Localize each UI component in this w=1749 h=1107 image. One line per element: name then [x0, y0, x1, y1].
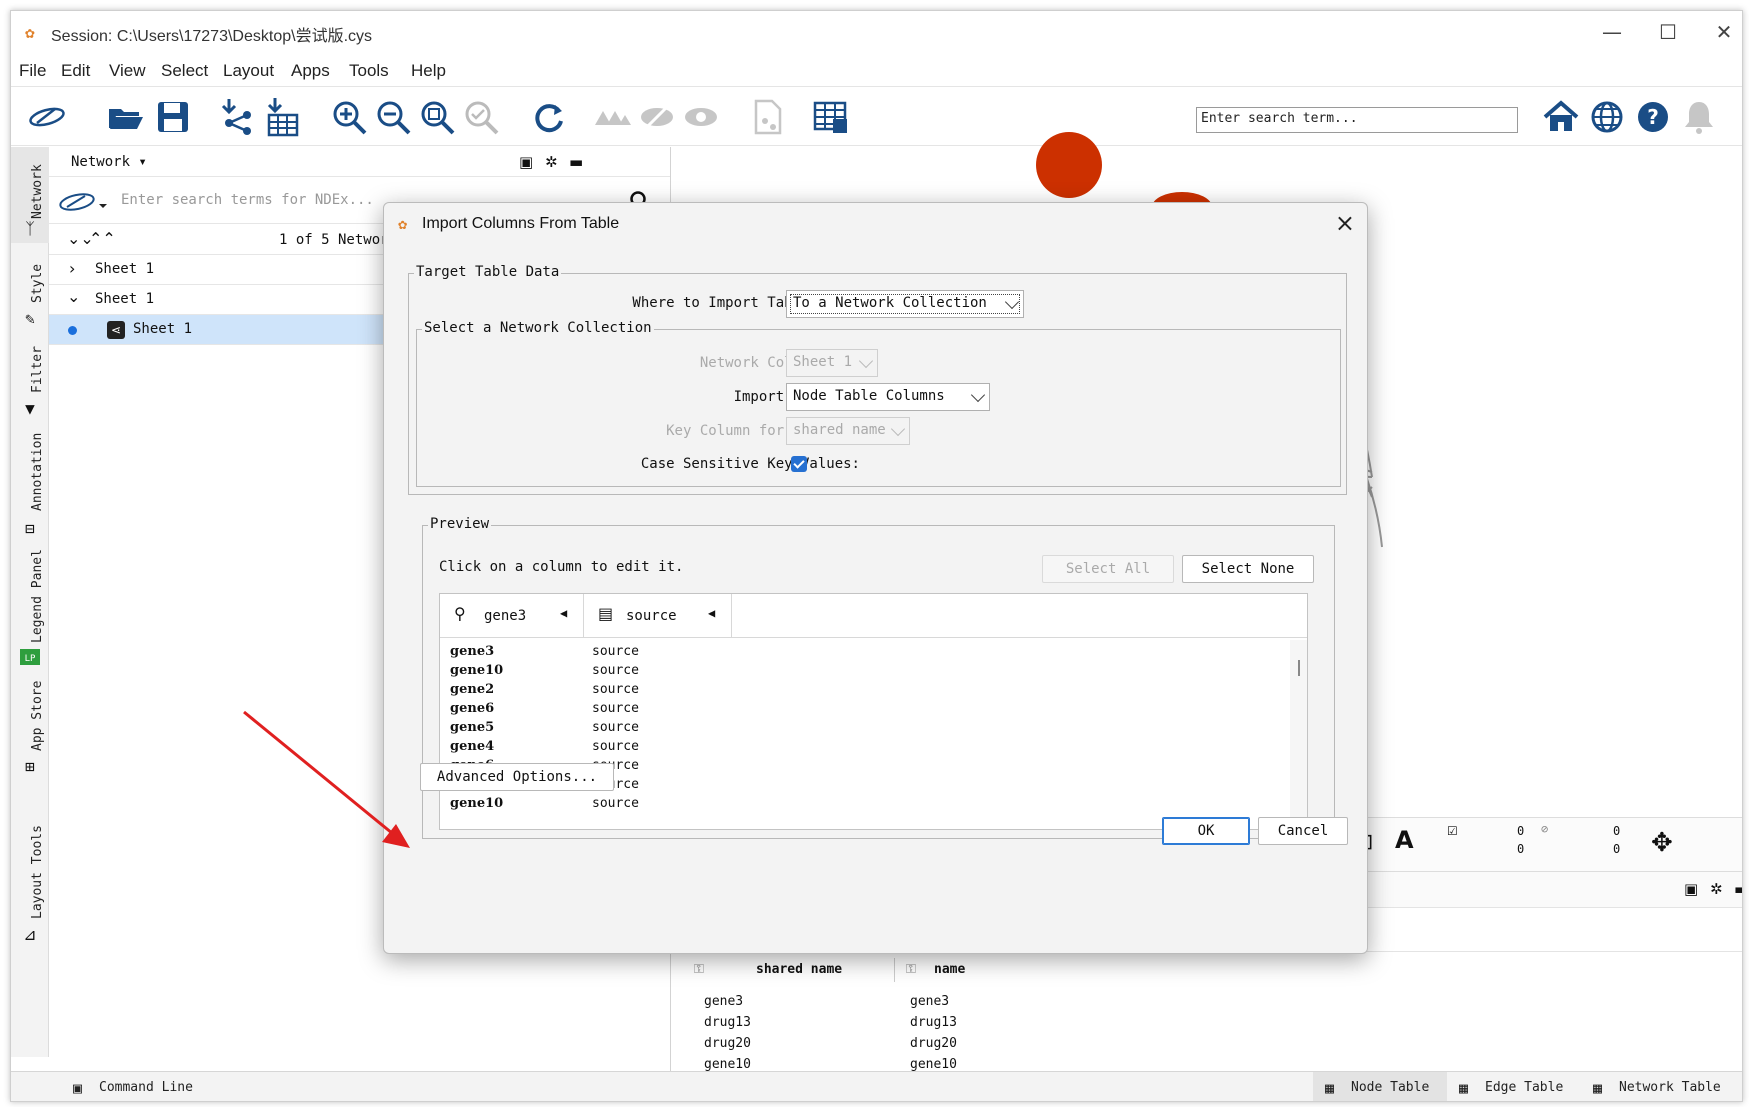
annotation-arrow [243, 710, 410, 848]
